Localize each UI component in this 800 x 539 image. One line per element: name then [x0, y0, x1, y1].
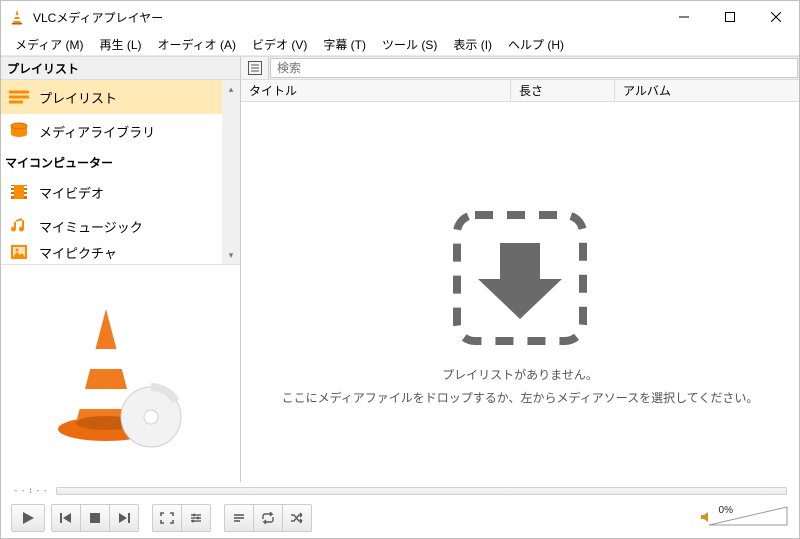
- seek-bar-row: --:--: [1, 482, 799, 498]
- shuffle-button[interactable]: [282, 504, 312, 532]
- dropzone-message-1: プレイリストがありません。: [442, 366, 598, 383]
- window-title: VLCメディアプレイヤー: [33, 9, 661, 26]
- menu-playback[interactable]: 再生 (L): [91, 34, 149, 55]
- scroll-up-icon[interactable]: ▴: [222, 80, 240, 98]
- time-elapsed: --:--: [13, 486, 50, 496]
- music-icon: [9, 216, 29, 236]
- title-bar: VLCメディアプレイヤー: [1, 1, 799, 33]
- fullscreen-icon: [160, 512, 174, 524]
- column-headers: タイトル 長さ アルバム: [241, 80, 799, 102]
- playlist-heading: プレイリスト: [1, 57, 241, 79]
- minimize-button[interactable]: [661, 1, 707, 33]
- next-icon: [117, 512, 131, 524]
- search-container: [269, 57, 799, 79]
- next-button[interactable]: [109, 504, 139, 532]
- album-art-preview: [1, 264, 240, 482]
- volume-control: 0%: [699, 505, 789, 532]
- header-toolbar: プレイリスト: [1, 56, 799, 80]
- maximize-button[interactable]: [707, 1, 753, 33]
- sidebar-item-my-video[interactable]: マイビデオ: [1, 175, 222, 209]
- playlist-heading-label: プレイリスト: [7, 60, 79, 77]
- stop-button[interactable]: [80, 504, 110, 532]
- vlc-cone-art-icon: [36, 299, 206, 449]
- search-input[interactable]: [270, 58, 798, 78]
- dropzone-message-2: ここにメディアファイルをドロップするか、左からメディアソースを選択してください。: [282, 389, 759, 406]
- sidebar-list: プレイリスト メディアライブラリ マイコンピューター: [1, 80, 240, 261]
- list-toggle-icon: [248, 61, 262, 75]
- play-button[interactable]: [11, 504, 45, 532]
- playlist-icon: [232, 512, 246, 524]
- playlist-buttons-group: [224, 504, 312, 532]
- menu-tools[interactable]: ツール (S): [374, 34, 445, 55]
- menu-video[interactable]: ビデオ (V): [244, 34, 315, 55]
- menu-help[interactable]: ヘルプ (H): [500, 34, 572, 55]
- sidebar-item-my-music[interactable]: マイミュージック: [1, 209, 222, 243]
- menu-bar: メディア (M) 再生 (L) オーディオ (A) ビデオ (V) 字幕 (T)…: [1, 33, 799, 55]
- sidebar-item-media-library[interactable]: メディアライブラリ: [1, 114, 222, 148]
- sidebar-group-header: マイコンピューター: [1, 148, 222, 175]
- column-album[interactable]: アルバム: [615, 80, 799, 101]
- seek-slider[interactable]: [56, 487, 787, 495]
- column-title[interactable]: タイトル: [241, 80, 511, 101]
- fullscreen-group: [152, 504, 211, 532]
- app-icon: [9, 9, 25, 25]
- menu-audio[interactable]: オーディオ (A): [150, 34, 245, 55]
- playlist-content: タイトル 長さ アルバム プレイリストがありません。 ここにメディアファイルをド…: [241, 80, 799, 482]
- sidebar-scrollbar[interactable]: ▴ ▾: [222, 80, 240, 264]
- video-icon: [9, 182, 29, 202]
- close-button[interactable]: [753, 1, 799, 33]
- drop-arrow-icon: [445, 203, 595, 356]
- menu-media[interactable]: メディア (M): [7, 34, 91, 55]
- picture-icon: [9, 243, 29, 261]
- sidebar: プレイリスト メディアライブラリ マイコンピューター: [1, 80, 241, 482]
- playback-controls: 0%: [1, 498, 799, 538]
- menu-view[interactable]: 表示 (I): [445, 34, 500, 55]
- sidebar-item-label: マイビデオ: [39, 183, 104, 202]
- previous-button[interactable]: [51, 504, 81, 532]
- scroll-track[interactable]: [222, 98, 240, 246]
- menu-subtitle[interactable]: 字幕 (T): [315, 34, 374, 55]
- playlist-icon: [9, 87, 29, 107]
- column-duration[interactable]: 長さ: [511, 80, 615, 101]
- sliders-icon: [189, 512, 203, 524]
- sidebar-item-my-pictures[interactable]: マイピクチャ: [1, 243, 222, 261]
- playlist-dropzone[interactable]: プレイリストがありません。 ここにメディアファイルをドロップするか、左からメディ…: [241, 102, 799, 482]
- loop-button[interactable]: [253, 504, 283, 532]
- sidebar-item-label: メディアライブラリ: [39, 122, 155, 141]
- shuffle-icon: [289, 512, 305, 524]
- fullscreen-button[interactable]: [152, 504, 182, 532]
- sidebar-item-playlist[interactable]: プレイリスト: [1, 80, 222, 114]
- app-window: VLCメディアプレイヤー メディア (M) 再生 (L) オーディオ (A) ビ…: [0, 0, 800, 539]
- sidebar-item-label: マイピクチャ: [39, 243, 117, 261]
- loop-icon: [260, 512, 276, 524]
- previous-icon: [59, 512, 73, 524]
- sidebar-item-label: プレイリスト: [39, 88, 117, 107]
- scroll-down-icon[interactable]: ▾: [222, 246, 240, 264]
- sidebar-item-label: マイミュージック: [39, 217, 143, 236]
- main-area: プレイリスト メディアライブラリ マイコンピューター: [1, 80, 799, 482]
- stop-icon: [89, 512, 101, 524]
- transport-group: [51, 504, 139, 532]
- volume-slider[interactable]: [709, 505, 789, 532]
- extended-settings-button[interactable]: [181, 504, 211, 532]
- show-playlist-button[interactable]: [224, 504, 254, 532]
- play-icon: [21, 511, 35, 525]
- list-view-toggle[interactable]: [241, 57, 269, 79]
- library-icon: [9, 121, 29, 141]
